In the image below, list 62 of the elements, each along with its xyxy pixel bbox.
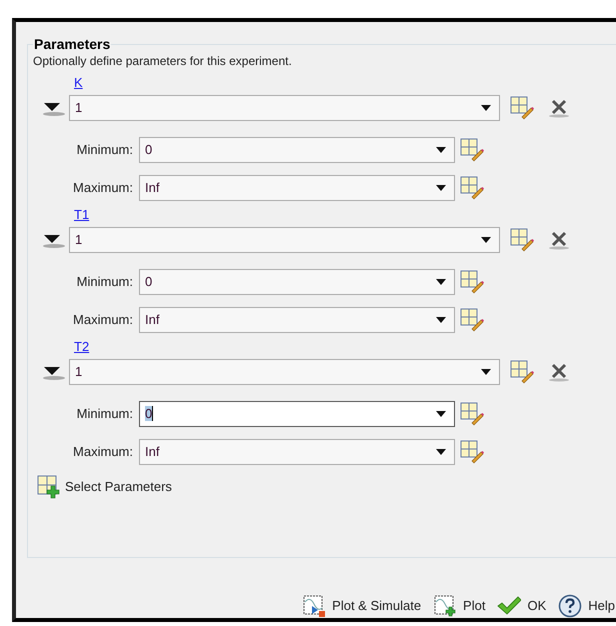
table-edit-icon[interactable]	[460, 176, 484, 200]
close-icon[interactable]	[548, 230, 570, 250]
bound-label: Maximum:	[72, 443, 134, 462]
maximum-combobox[interactable]: Inf	[139, 175, 455, 201]
help-icon	[558, 594, 582, 618]
plot-run-icon	[302, 594, 326, 618]
dropdown-arrow-icon[interactable]	[436, 147, 446, 153]
field-value: 0	[145, 405, 154, 424]
maximum-combobox[interactable]: Inf	[139, 439, 455, 465]
dropdown-arrow-icon[interactable]	[436, 449, 446, 455]
value-combobox[interactable]: 1	[69, 227, 500, 253]
maximum-combobox[interactable]: Inf	[139, 307, 455, 333]
dropdown-arrow-icon[interactable]	[481, 369, 491, 375]
expand-toggle-icon[interactable]	[43, 100, 65, 116]
value-combobox[interactable]: 1	[69, 359, 500, 385]
field-value: 0	[145, 141, 154, 160]
minimum-combobox[interactable]: 0	[139, 137, 455, 163]
plot-add-icon	[433, 594, 458, 618]
bound-label: Minimum:	[76, 405, 134, 424]
parameter-link[interactable]: K	[74, 75, 83, 91]
value-combobox[interactable]: 1	[69, 95, 500, 121]
bound-label: Maximum:	[72, 311, 134, 330]
minimum-combobox[interactable]: 0	[139, 269, 455, 295]
bound-label: Maximum:	[72, 179, 134, 198]
minimum-combobox[interactable]: 0	[139, 401, 455, 427]
table-edit-icon[interactable]	[510, 96, 534, 120]
close-icon[interactable]	[548, 362, 570, 382]
dropdown-arrow-icon[interactable]	[436, 317, 446, 323]
table-edit-icon[interactable]	[460, 440, 484, 464]
field-value: Inf	[145, 179, 160, 198]
select-parameters-button[interactable]: Select Parameters	[37, 475, 172, 499]
parameter-link[interactable]: T1	[74, 207, 90, 223]
add-table-icon	[37, 475, 61, 499]
field-value: 1	[75, 99, 84, 118]
table-edit-icon[interactable]	[510, 228, 534, 252]
table-edit-icon[interactable]	[460, 402, 484, 426]
table-edit-icon[interactable]	[460, 270, 484, 294]
table-edit-icon[interactable]	[510, 360, 534, 384]
parameter-link[interactable]: T2	[74, 339, 90, 355]
plot-button[interactable]: Plot	[433, 594, 486, 618]
group-description: Optionally define parameters for this experiment.	[33, 53, 292, 69]
dropdown-arrow-icon[interactable]	[436, 279, 446, 285]
help-button[interactable]: Help	[558, 594, 615, 618]
field-value: Inf	[145, 443, 160, 462]
dropdown-arrow-icon[interactable]	[436, 185, 446, 191]
table-edit-icon[interactable]	[460, 138, 484, 162]
bound-label: Minimum:	[76, 141, 134, 160]
table-edit-icon[interactable]	[460, 308, 484, 332]
field-value: 0	[145, 273, 154, 292]
checkmark-icon	[497, 595, 522, 617]
field-value: Inf	[145, 311, 160, 330]
dropdown-arrow-icon[interactable]	[481, 237, 491, 243]
close-icon[interactable]	[548, 98, 570, 118]
field-value: 1	[75, 231, 84, 250]
field-value: 1	[75, 363, 84, 382]
plot-simulate-button[interactable]: Plot & Simulate	[302, 594, 422, 618]
expand-toggle-icon[interactable]	[43, 364, 65, 380]
dropdown-arrow-icon[interactable]	[481, 105, 491, 111]
ok-button[interactable]: OK	[497, 595, 546, 617]
dropdown-arrow-icon[interactable]	[436, 411, 446, 417]
expand-toggle-icon[interactable]	[43, 232, 65, 248]
bound-label: Minimum:	[76, 273, 134, 292]
